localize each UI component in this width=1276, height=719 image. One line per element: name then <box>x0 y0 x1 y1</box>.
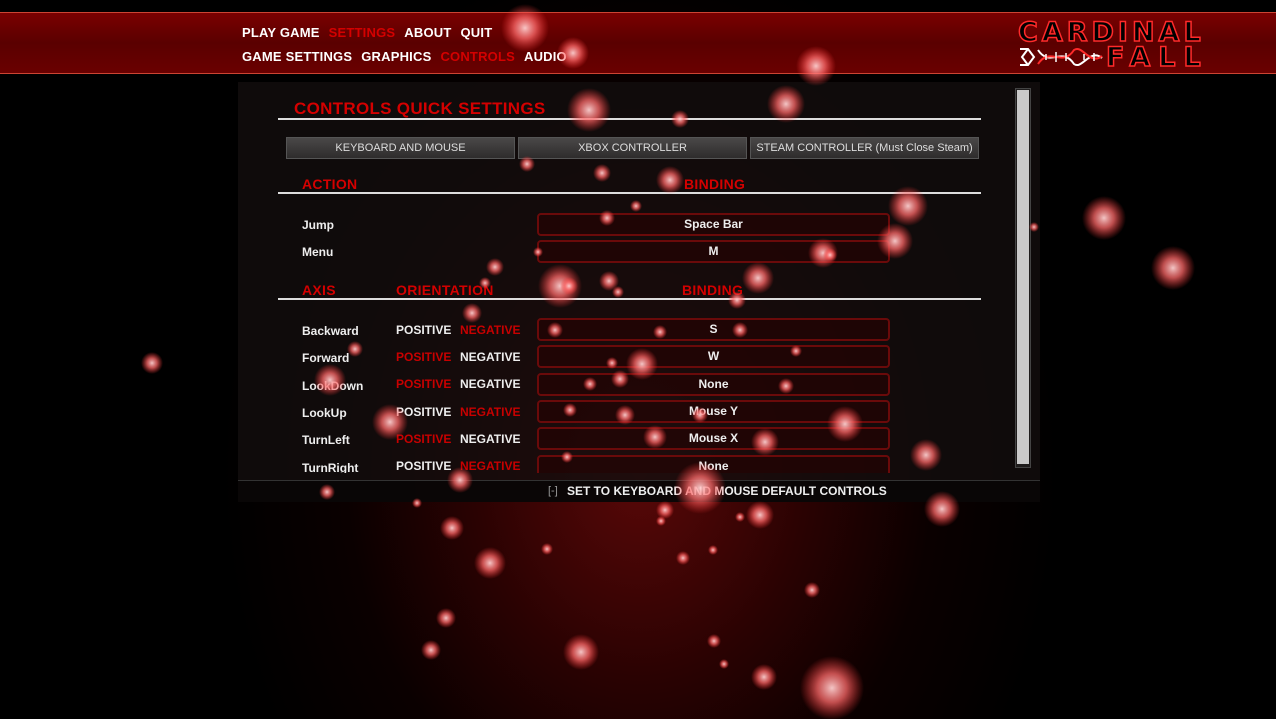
orientation-positive[interactable]: POSITIVE <box>396 323 451 337</box>
scrollbar-thumb[interactable] <box>1017 90 1029 464</box>
submenu-audio[interactable]: AUDIO <box>524 49 567 64</box>
main-menu: PLAY GAME SETTINGS ABOUT QUIT <box>242 25 492 40</box>
orientation-positive[interactable]: POSITIVE <box>396 405 451 419</box>
controls-panel: CONTROLS QUICK SETTINGS KEYBOARD AND MOU… <box>238 82 1040 502</box>
action-label-menu: Menu <box>302 245 334 259</box>
orientation-positive[interactable]: POSITIVE <box>396 432 451 446</box>
axis-label-lookup: LookUp <box>302 406 347 420</box>
default-controls-key-hint: [-] <box>548 485 558 497</box>
axis-label-turnleft: TurnLeft <box>302 433 350 447</box>
axis-label-forward: Forward <box>302 351 350 365</box>
tab-keyboard-and-mouse[interactable]: KEYBOARD AND MOUSE <box>286 137 515 159</box>
axis-list: Backward POSITIVE NEGATIVE S Forward POS… <box>238 311 1040 473</box>
logo-text-fall: FALL <box>1105 41 1209 74</box>
binding-lookdown[interactable]: None <box>537 373 890 396</box>
orientation-positive[interactable]: POSITIVE <box>396 350 451 364</box>
menu-quit[interactable]: QUIT <box>460 25 492 40</box>
game-logo: CARDINAL FALL <box>1016 16 1274 74</box>
title-divider <box>278 118 981 120</box>
panel-title: CONTROLS QUICK SETTINGS <box>294 99 546 118</box>
axis-label-lookdown: LookDown <box>302 379 364 393</box>
orientation-positive[interactable]: POSITIVE <box>396 377 451 391</box>
orientation-column-header: ORIENTATION <box>396 282 494 298</box>
menu-play-game[interactable]: PLAY GAME <box>242 25 320 40</box>
binding-forward[interactable]: W <box>537 345 890 368</box>
top-menu-bar: PLAY GAME SETTINGS ABOUT QUIT GAME SETTI… <box>0 12 1276 74</box>
dna-icon <box>1020 47 1103 67</box>
binding-turnleft[interactable]: Mouse X <box>537 427 890 450</box>
binding-lookup[interactable]: Mouse Y <box>537 400 890 423</box>
settings-submenu: GAME SETTINGS GRAPHICS CONTROLS AUDIO <box>242 49 567 64</box>
action-label-jump: Jump <box>302 218 335 232</box>
tab-xbox-controller[interactable]: XBOX CONTROLLER <box>518 137 747 159</box>
orientation-negative[interactable]: NEGATIVE <box>460 350 520 364</box>
axis-column-header: AXIS <box>302 282 336 298</box>
orientation-negative[interactable]: NEGATIVE <box>460 432 520 446</box>
orientation-negative[interactable]: NEGATIVE <box>460 459 520 473</box>
submenu-controls[interactable]: CONTROLS <box>440 49 515 64</box>
orientation-positive[interactable]: POSITIVE <box>396 459 451 473</box>
orientation-negative[interactable]: NEGATIVE <box>460 377 520 391</box>
binding-backward[interactable]: S <box>537 318 890 341</box>
submenu-game-settings[interactable]: GAME SETTINGS <box>242 49 352 64</box>
orientation-negative[interactable]: NEGATIVE <box>460 405 520 419</box>
submenu-graphics[interactable]: GRAPHICS <box>361 49 431 64</box>
action-divider <box>278 192 981 194</box>
binding-turnright[interactable]: None <box>537 455 890 473</box>
reset-defaults-button[interactable]: SET TO KEYBOARD AND MOUSE DEFAULT CONTRO… <box>567 484 887 498</box>
binding-menu[interactable]: M <box>537 240 890 263</box>
orientation-negative[interactable]: NEGATIVE <box>460 323 520 337</box>
action-binding-column-header: BINDING <box>684 176 746 192</box>
axis-label-turnright: TurnRight <box>302 461 359 473</box>
tab-steam-controller[interactable]: STEAM CONTROLLER (Must Close Steam) <box>750 137 979 159</box>
axis-label-backward: Backward <box>302 324 359 338</box>
axis-divider <box>278 298 981 300</box>
menu-about[interactable]: ABOUT <box>404 25 451 40</box>
menu-settings[interactable]: SETTINGS <box>329 25 396 40</box>
axis-binding-column-header: BINDING <box>682 282 744 298</box>
action-column-header: ACTION <box>302 176 358 192</box>
binding-jump[interactable]: Space Bar <box>537 213 890 236</box>
